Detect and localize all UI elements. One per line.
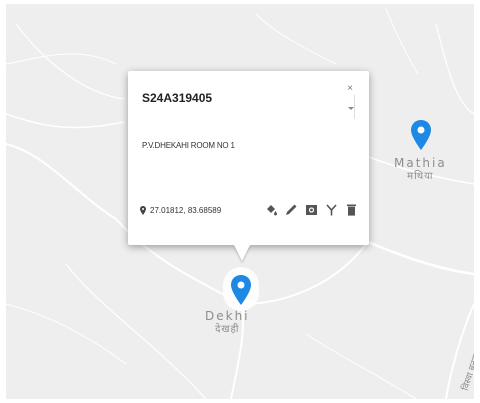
pencil-icon[interactable] xyxy=(284,201,298,217)
place-native-name: मथिया xyxy=(407,171,434,182)
close-icon[interactable]: × xyxy=(344,83,356,95)
place-label-mathia: Mathia मथिया xyxy=(394,157,447,183)
map-pin-icon xyxy=(140,206,146,215)
action-toolbar xyxy=(264,201,358,217)
camera-icon[interactable] xyxy=(304,201,318,217)
map-canvas[interactable]: Mathia मथिया Dekhi देखही विस्वा बनकट मार… xyxy=(6,4,474,399)
trash-icon[interactable] xyxy=(344,201,358,217)
device-id-title: S24A319405 xyxy=(142,91,213,105)
coordinates-row: 27.01812, 83.68589 xyxy=(140,206,221,215)
location-marker-dekhi[interactable] xyxy=(230,274,252,306)
coordinates-text: 27.01812, 83.68589 xyxy=(150,206,222,215)
info-window-pointer xyxy=(234,245,250,261)
place-name: Dekhi xyxy=(205,309,250,323)
site-address: P.V.DHEKAHI ROOM NO 1 xyxy=(142,141,235,150)
chevron-down-icon[interactable] xyxy=(348,107,354,110)
place-name: Mathia xyxy=(394,156,447,170)
location-marker-mathia[interactable] xyxy=(410,119,432,151)
info-window: S24A319405 × P.V.DHEKAHI ROOM NO 1 27.01… xyxy=(128,71,369,261)
antenna-icon[interactable] xyxy=(324,201,338,217)
paint-bucket-icon[interactable] xyxy=(264,201,278,217)
place-label-dekhi: Dekhi देखही xyxy=(205,310,250,336)
map-pin-icon xyxy=(411,120,431,150)
map-pin-icon xyxy=(231,275,251,305)
place-native-name: देखही xyxy=(215,324,240,335)
popup-scrollbar[interactable] xyxy=(348,95,355,119)
